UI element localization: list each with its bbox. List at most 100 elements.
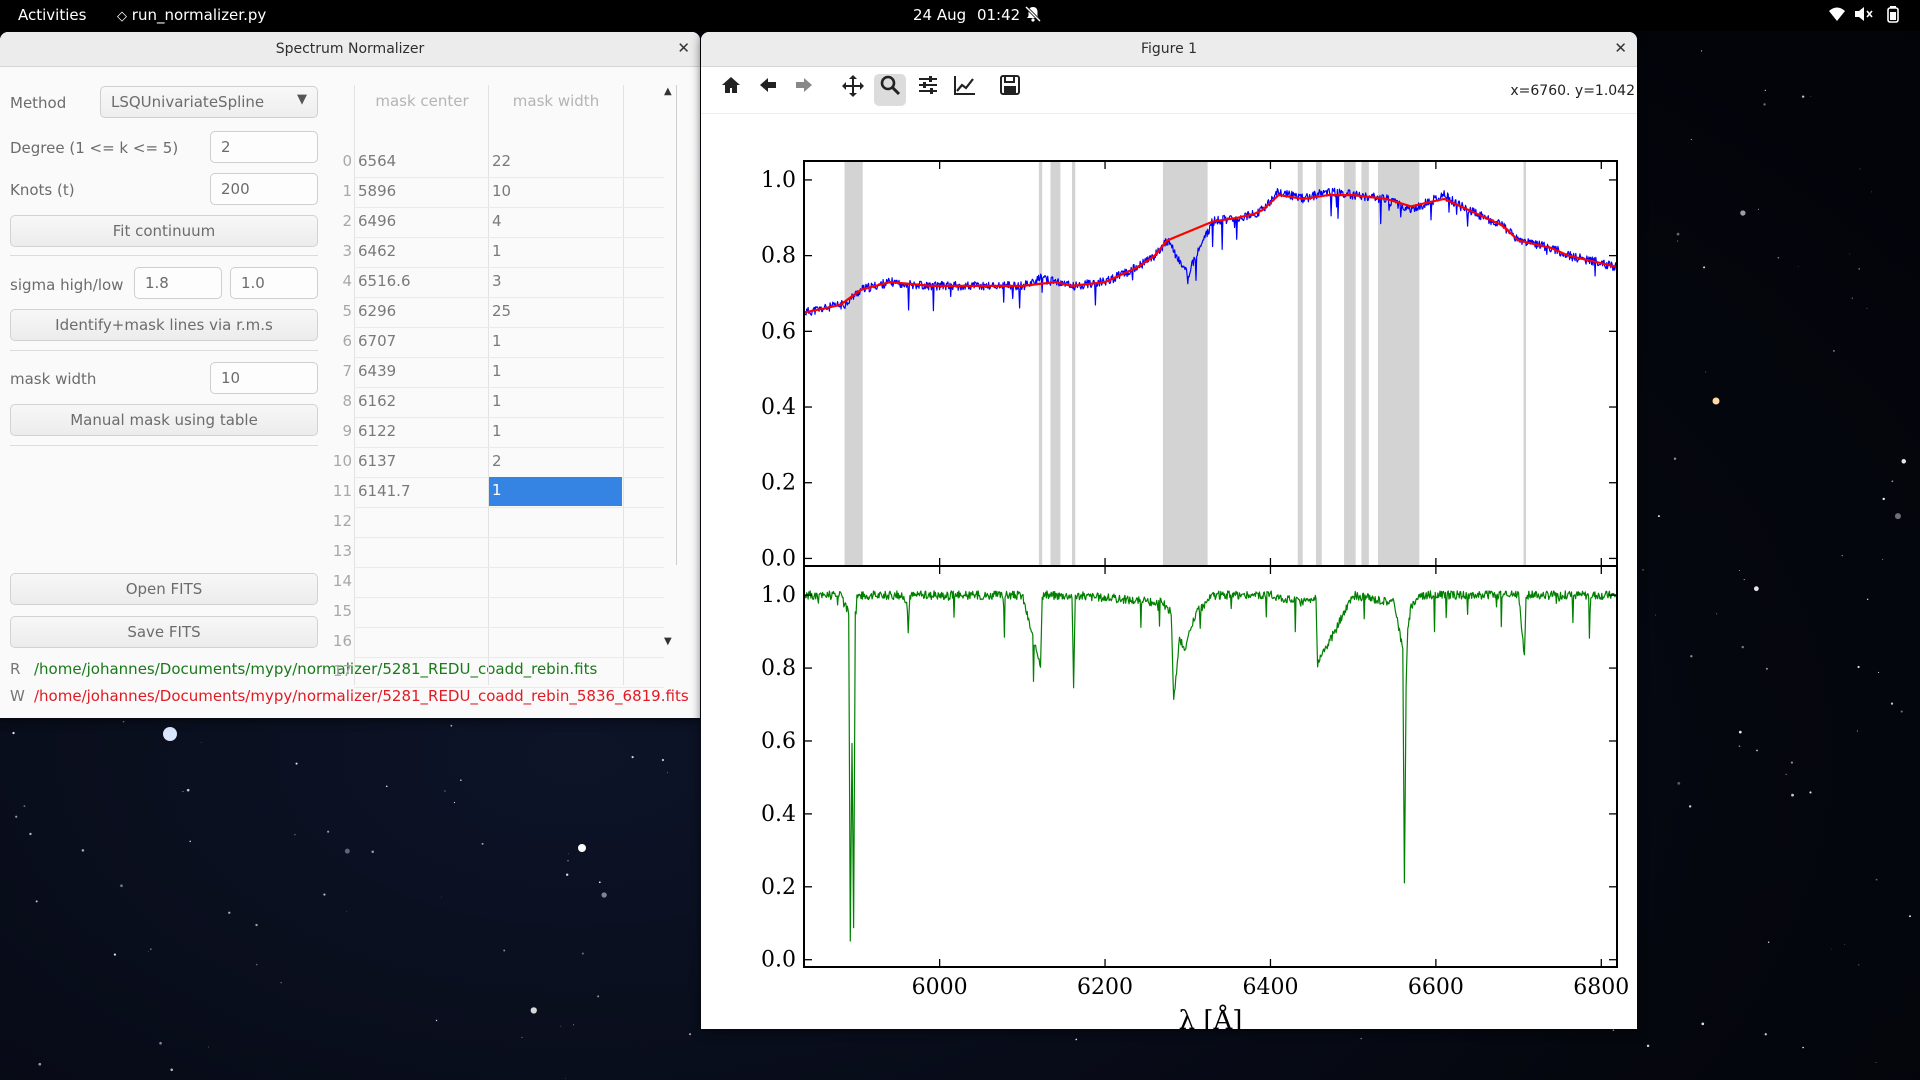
star — [1844, 943, 1846, 945]
forward-icon[interactable] — [788, 74, 820, 106]
star — [1075, 1038, 1078, 1041]
y-tick-label: 0.0 — [761, 546, 796, 571]
cell-mask-center[interactable]: 5896 — [358, 182, 396, 200]
activities-button[interactable]: Activities — [18, 6, 86, 24]
cell-mask-width[interactable]: 25 — [492, 302, 511, 320]
scroll-up-icon[interactable]: ▲ — [664, 86, 672, 97]
notifications-muted-icon[interactable] — [1024, 5, 1042, 27]
configure-icon[interactable] — [912, 74, 944, 106]
star — [1833, 350, 1835, 352]
row-divider — [354, 297, 664, 298]
mask-region — [1315, 161, 1322, 566]
cell-mask-width[interactable]: 1 — [492, 392, 502, 410]
figure-title: Figure 1 — [1140, 41, 1198, 57]
table-divider — [488, 85, 489, 685]
star — [182, 790, 184, 792]
y-tick-label: 1.0 — [761, 168, 796, 193]
top-panel[interactable]: 0.0 0.2 0.4 0.6 0.8 1.0 — [761, 160, 1618, 571]
scroll-down-icon[interactable]: ▼ — [664, 636, 672, 647]
cell-mask-width[interactable]: 22 — [492, 152, 511, 170]
cell-mask-center[interactable]: 6564 — [358, 152, 396, 170]
pan-icon[interactable] — [837, 74, 869, 106]
star — [1612, 1029, 1615, 1032]
cell-mask-center[interactable]: 6516.6 — [358, 272, 411, 290]
cell-mask-center[interactable]: 6137 — [358, 452, 396, 470]
star — [1676, 232, 1680, 236]
y-tick-label: 0.4 — [761, 395, 796, 420]
figure-close-button[interactable]: ✕ — [1614, 39, 1627, 57]
row-divider — [354, 327, 664, 328]
star — [450, 724, 453, 727]
row-index: 4 — [342, 272, 352, 290]
app-diamond-icon: ◇ — [117, 9, 127, 24]
spectrum-figure[interactable]: 0.0 0.2 0.4 0.6 0.8 1.0 0.0 0.2 0.4 0.6 0.8 1.0 6000… — [701, 114, 1637, 1029]
cell-mask-width[interactable]: 1 — [492, 362, 502, 380]
row-index: 3 — [342, 242, 352, 260]
mask-table[interactable]: mask center mask width ▲ ▼ 0 6564 22 1 5896 1… — [0, 32, 700, 718]
cell-mask-center[interactable]: 6162 — [358, 392, 396, 410]
star — [440, 896, 442, 898]
volume-muted-icon[interactable] — [1854, 6, 1874, 26]
cell-mask-width[interactable]: 4 — [492, 212, 502, 230]
cell-mask-center[interactable]: 6141.7 — [358, 482, 411, 500]
x-tick-label: 6200 — [1077, 975, 1133, 1000]
app-menu[interactable]: ◇ run_normalizer.py — [117, 6, 266, 24]
star — [1757, 208, 1759, 210]
row-divider — [354, 267, 664, 268]
row-divider — [354, 387, 664, 388]
star — [200, 741, 202, 743]
star — [1791, 793, 1794, 797]
star — [1704, 371, 1707, 373]
cell-mask-width[interactable]: 3 — [492, 272, 502, 290]
row-divider — [354, 657, 664, 658]
zoom-icon[interactable] — [874, 74, 906, 106]
star — [1878, 671, 1880, 673]
cell-mask-width[interactable]: 1 — [492, 422, 502, 440]
star — [1790, 761, 1794, 764]
figure-titlebar[interactable]: Figure 1 ✕ — [701, 32, 1637, 67]
star — [1690, 139, 1692, 141]
cell-mask-width[interactable]: 1 — [492, 242, 502, 260]
row-divider — [354, 207, 664, 208]
row-index: 5 — [342, 302, 352, 320]
back-icon[interactable] — [752, 74, 784, 106]
cell-mask-width[interactable]: 2 — [492, 452, 502, 470]
clock[interactable]: 24 Aug 01:42 — [913, 6, 1020, 24]
star — [255, 963, 258, 966]
power-icon[interactable] — [1885, 5, 1901, 27]
star — [150, 948, 152, 950]
star — [1866, 307, 1868, 309]
row-index: 13 — [332, 542, 352, 560]
edit-axes-icon[interactable] — [949, 74, 981, 106]
wifi-icon[interactable] — [1828, 6, 1846, 26]
star — [344, 848, 350, 854]
star — [1673, 457, 1677, 460]
star — [159, 1041, 162, 1045]
save-icon[interactable] — [994, 74, 1026, 106]
star — [1851, 297, 1853, 299]
row-divider — [354, 597, 664, 598]
home-icon[interactable] — [715, 74, 747, 106]
cell-mask-width[interactable]: 10 — [492, 182, 511, 200]
cell-mask-center[interactable]: 6122 — [358, 422, 396, 440]
column-header-mask-center[interactable]: mask center — [356, 92, 488, 110]
bottom-panel[interactable]: 0.0 0.2 0.4 0.6 0.8 1.0 6000 6200 6400 6600 6800 λ … — [761, 565, 1629, 1029]
cell-mask-center[interactable]: 6462 — [358, 242, 396, 260]
star — [186, 788, 190, 792]
cell-mask-center[interactable]: 6296 — [358, 302, 396, 320]
row-index: 10 — [332, 452, 352, 470]
row-index: 17 — [332, 662, 352, 680]
table-scroll-track — [676, 85, 677, 565]
column-header-mask-width[interactable]: mask width — [490, 92, 622, 110]
star — [1801, 95, 1805, 98]
cell-mask-width[interactable]: 1 — [492, 332, 502, 350]
cell-mask-width[interactable]: 1 — [489, 477, 622, 506]
row-index: 9 — [342, 422, 352, 440]
star — [327, 830, 330, 833]
y-tick-label: 0.6 — [761, 319, 796, 344]
cell-mask-center[interactable]: 6496 — [358, 212, 396, 230]
star — [1900, 710, 1903, 713]
star — [189, 840, 191, 843]
cell-mask-center[interactable]: 6707 — [358, 332, 396, 350]
cell-mask-center[interactable]: 6439 — [358, 362, 396, 380]
